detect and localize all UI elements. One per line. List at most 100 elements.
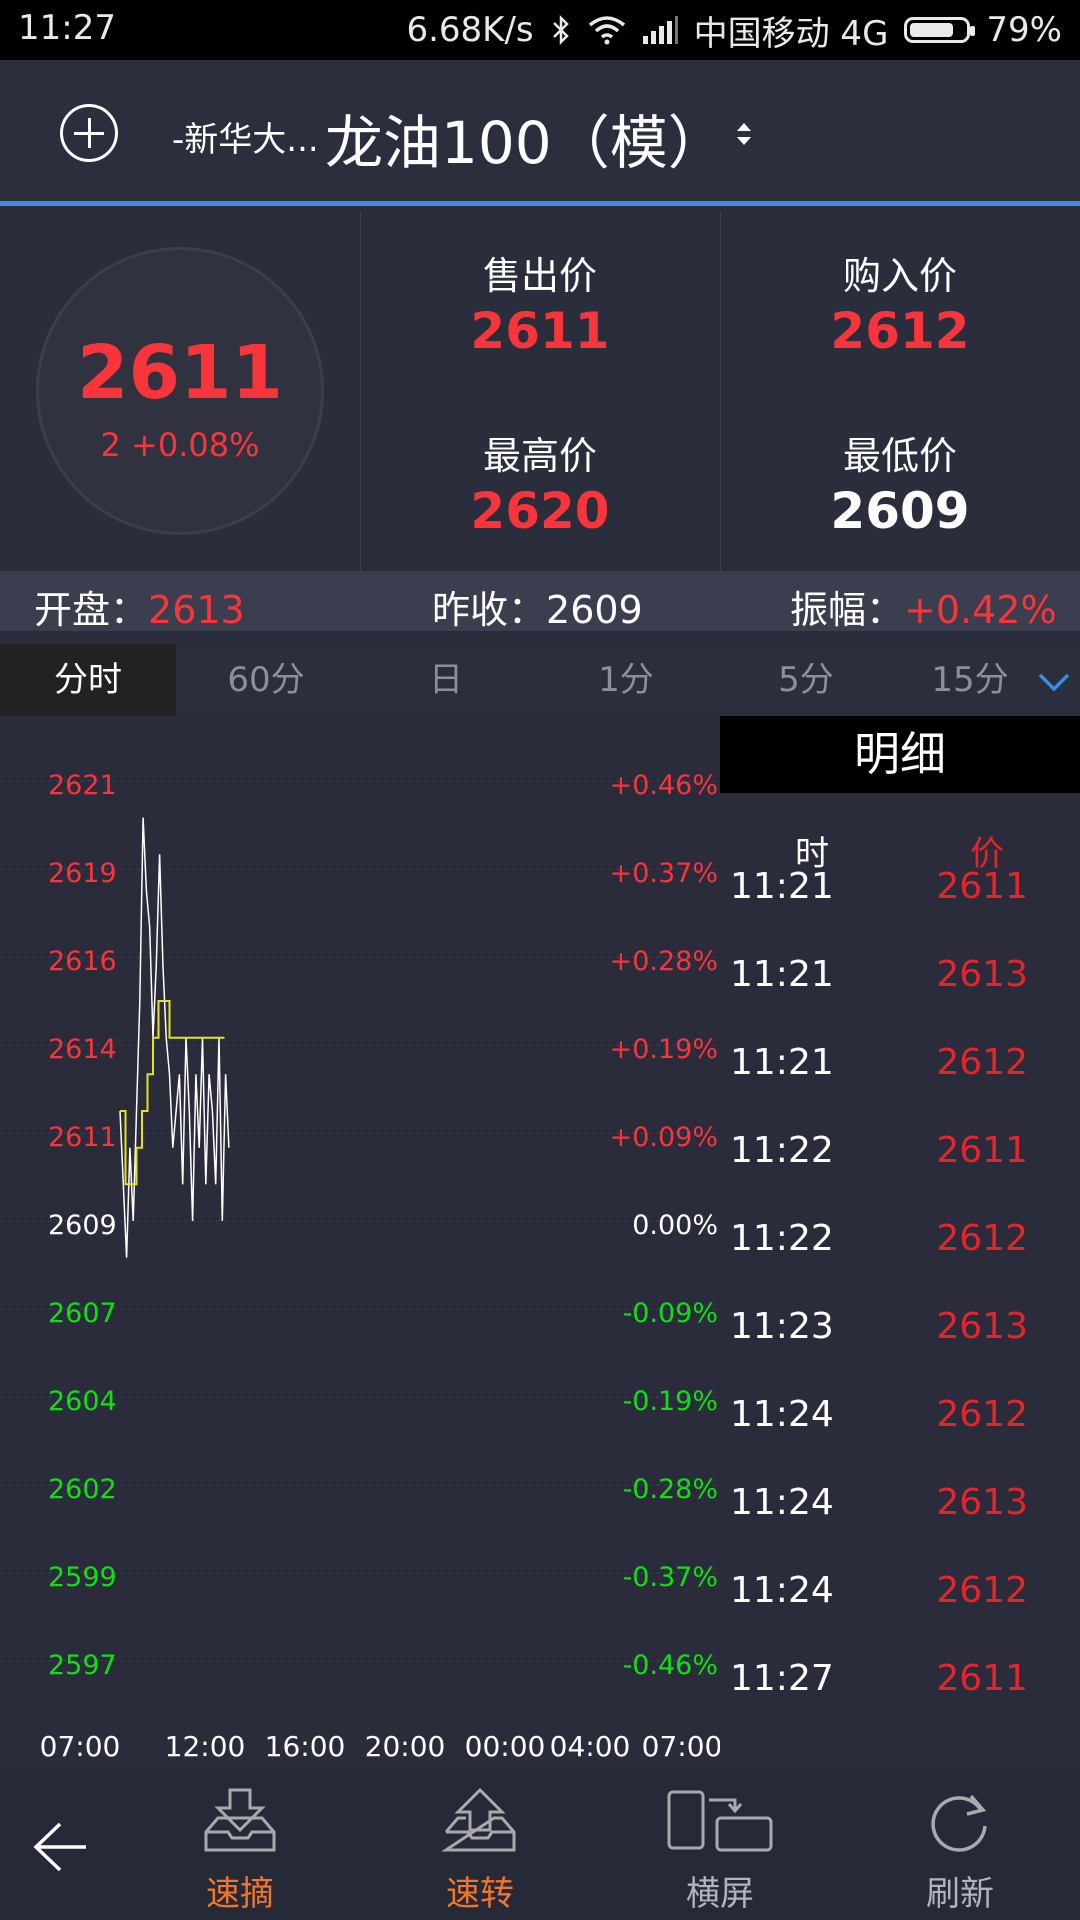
detail-price: 2612 xyxy=(936,1042,1028,1083)
detail-row: 11:22 2611 xyxy=(720,1130,1080,1218)
amplitude-value: +0.42% xyxy=(904,588,1057,632)
header-accent-line xyxy=(0,201,1080,206)
y-tick-label: 2597 xyxy=(48,1650,117,1681)
pct-tick-label: +0.19% xyxy=(610,1034,718,1065)
detail-time: 11:22 xyxy=(730,1130,834,1171)
quick-transfer-label: 速转 xyxy=(446,1874,514,1914)
detail-row: 11:21 2613 xyxy=(720,954,1080,1042)
pct-tick-label: -0.19% xyxy=(622,1386,718,1417)
sell-price-value: 2611 xyxy=(470,302,610,360)
wifi-icon xyxy=(588,16,625,45)
trade-detail-panel: 明细 时 价 11:21 2611 11:21 2613 11:21 2612 11:22 2… xyxy=(720,716,1080,1770)
y-tick-label: 2621 xyxy=(48,770,117,801)
open-price: 开盘：2613 xyxy=(34,579,245,634)
y-tick-label: 2611 xyxy=(48,1122,117,1153)
buy-price-cell: 购入价 2612 xyxy=(720,245,1080,360)
high-price-label: 最高价 xyxy=(482,434,597,478)
tab-15min[interactable]: 15分 xyxy=(896,644,1044,716)
status-time: 11:27 xyxy=(18,8,116,48)
detail-row: 11:21 2612 xyxy=(720,1042,1080,1130)
open-value: 2613 xyxy=(148,588,245,632)
quick-transfer-button[interactable]: 速转 xyxy=(380,1770,580,1920)
pct-tick-label: +0.37% xyxy=(610,858,718,889)
tab-day[interactable]: 日 xyxy=(356,644,536,716)
landscape-button[interactable]: 横屏 xyxy=(620,1770,820,1920)
sort-arrows-icon[interactable] xyxy=(734,118,754,150)
y-tick-label: 2619 xyxy=(48,858,117,889)
tab-1min[interactable]: 1分 xyxy=(536,644,716,716)
last-price-circle: 2611 2 +0.08% xyxy=(36,247,324,535)
network-speed: 6.68K/s xyxy=(406,10,534,50)
back-arrow-icon[interactable] xyxy=(30,1820,90,1874)
download-tray-icon xyxy=(204,1788,276,1852)
detail-time: 11:21 xyxy=(730,954,834,995)
detail-row: 11:24 2612 xyxy=(720,1570,1080,1658)
detail-price: 2613 xyxy=(936,1482,1028,1523)
sell-price-label: 售出价 xyxy=(482,254,597,298)
pct-tick-label: -0.37% xyxy=(622,1562,718,1593)
battery-percent: 79% xyxy=(986,10,1062,50)
high-price-cell: 最高价 2620 xyxy=(360,425,720,540)
y-tick-label: 2602 xyxy=(48,1474,117,1505)
detail-price: 2611 xyxy=(936,1658,1028,1699)
amplitude: 振幅：+0.42% xyxy=(790,579,1057,634)
quote-panel: 2611 2 +0.08% 售出价 2611 购入价 2612 最高价 2620… xyxy=(0,211,1080,571)
exchange-name[interactable]: -新华大... xyxy=(172,112,319,161)
detail-price: 2613 xyxy=(936,1306,1028,1347)
detail-title: 明细 xyxy=(720,716,1080,793)
pct-tick-label: -0.46% xyxy=(622,1650,718,1681)
low-price-cell: 最低价 2609 xyxy=(720,425,1080,540)
tab-timeshare[interactable]: 分时 xyxy=(0,644,176,716)
refresh-label: 刷新 xyxy=(926,1874,994,1914)
pct-tick-label: +0.09% xyxy=(610,1122,718,1153)
low-price-label: 最低价 xyxy=(842,434,957,478)
detail-time: 11:21 xyxy=(730,866,834,907)
refresh-button[interactable]: 刷新 xyxy=(860,1770,1060,1920)
detail-row: 11:24 2613 xyxy=(720,1482,1080,1570)
battery-icon xyxy=(904,17,976,43)
y-tick-label: 2607 xyxy=(48,1298,117,1329)
add-product-button[interactable] xyxy=(60,104,118,162)
product-name[interactable]: 龙油100（模） xyxy=(325,96,726,180)
y-tick-label: 2599 xyxy=(48,1562,117,1593)
refresh-icon xyxy=(931,1794,987,1852)
pct-tick-label: +0.46% xyxy=(610,770,718,801)
detail-time: 11:24 xyxy=(730,1482,834,1523)
chart-canvas[interactable]: 2621 +0.46% 2619 +0.37% 2616 +0.28% 2614 +0.19%… xyxy=(0,716,722,1770)
detail-price: 2613 xyxy=(936,954,1028,995)
prev-close-value: 2609 xyxy=(546,588,643,632)
rotate-screen-icon xyxy=(667,1790,773,1852)
tab-5min[interactable]: 5分 xyxy=(716,644,896,716)
chevron-down-icon[interactable] xyxy=(1036,666,1072,696)
x-tick-label: 16:00 xyxy=(265,1730,346,1763)
detail-row: 11:27 2611 xyxy=(720,1658,1080,1746)
x-tick-label: 12:00 xyxy=(165,1730,246,1763)
x-tick-label: 20:00 xyxy=(365,1730,446,1763)
price-change: 2 +0.08% xyxy=(100,426,260,464)
quick-capture-button[interactable]: 速摘 xyxy=(140,1770,340,1920)
tab-60min[interactable]: 60分 xyxy=(176,644,356,716)
detail-price: 2611 xyxy=(936,1130,1028,1171)
pct-tick-label: -0.09% xyxy=(622,1298,718,1329)
y-tick-label: 2609 xyxy=(48,1210,117,1241)
detail-time: 11:24 xyxy=(730,1570,834,1611)
x-tick-label: 07:00 xyxy=(40,1730,121,1763)
y-tick-label: 2614 xyxy=(48,1034,117,1065)
detail-row: 11:23 2613 xyxy=(720,1306,1080,1394)
bottom-toolbar: 速摘 速转 横屏 刷新 xyxy=(0,1770,1080,1920)
detail-row: 11:24 2612 xyxy=(720,1394,1080,1482)
x-tick-label: 04:00 xyxy=(550,1730,631,1763)
battery-level xyxy=(910,23,954,37)
pct-tick-label: +0.28% xyxy=(610,946,718,977)
status-bar: 11:27 6.68K/s 中国移动 4G 79% xyxy=(0,0,1080,60)
buy-price-label: 购入价 xyxy=(842,254,957,298)
timeshare-chart[interactable]: 2621 +0.46% 2619 +0.37% 2616 +0.28% 2614 +0.19%… xyxy=(0,716,722,1770)
x-tick-label: 00:00 xyxy=(465,1730,546,1763)
detail-row: 11:22 2612 xyxy=(720,1218,1080,1306)
header: -新华大... 龙油100（模） xyxy=(0,60,1080,206)
y-tick-label: 2604 xyxy=(48,1386,117,1417)
bluetooth-icon xyxy=(552,14,569,46)
detail-time: 11:21 xyxy=(730,1042,834,1083)
detail-row: 11:21 2611 xyxy=(720,866,1080,954)
detail-price: 2611 xyxy=(936,866,1028,907)
